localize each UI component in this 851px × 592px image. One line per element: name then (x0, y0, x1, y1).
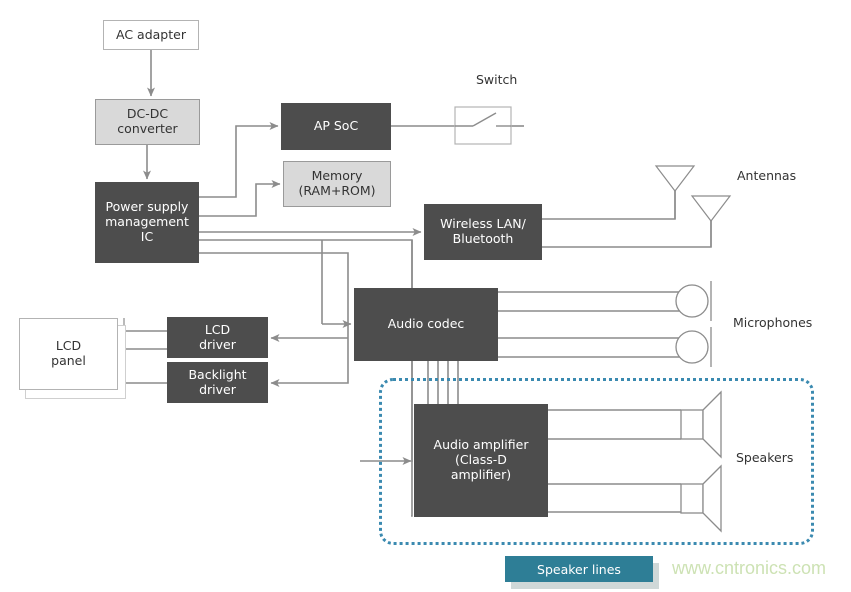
label-microphones: Microphones (733, 315, 813, 330)
block-memory[interactable]: Memory (RAM+ROM) (283, 161, 391, 207)
wire-wlan-to-antenna-1 (542, 166, 676, 220)
block-ap-soc[interactable]: AP SoC (281, 103, 391, 150)
block-dc-dc-converter[interactable]: DC-DC converter (95, 99, 200, 145)
watermark-cntronics: www.cntronics.com (672, 558, 827, 578)
wire-psm-to-apsoc (199, 122, 279, 198)
label-speakers: Speakers (736, 450, 794, 465)
block-wireless-lan-bluetooth[interactable]: Wireless LAN/ Bluetooth (424, 204, 542, 260)
block-backlight-driver[interactable]: Backlight driver (167, 362, 268, 403)
microphone-icon-1 (675, 281, 712, 321)
wire-wlan-to-antenna-2 (542, 196, 712, 248)
wire-psm-to-memory (199, 180, 281, 217)
block-audio-amplifier[interactable]: Audio amplifier (Class-D amplifier) (414, 404, 548, 517)
block-power-supply-management-ic[interactable]: Power supply management IC (95, 182, 199, 263)
legend-speaker-lines-badge: Speaker lines (505, 556, 653, 582)
block-lcd-driver[interactable]: LCD driver (167, 317, 268, 358)
microphone-icon-2 (675, 327, 712, 367)
label-switch: Switch (476, 72, 518, 87)
label-antennas: Antennas (737, 168, 797, 183)
block-ac-adapter[interactable]: AC adapter (103, 20, 199, 50)
antenna-icon-2 (690, 195, 732, 247)
block-diagram-canvas: AC adapter DC-DC converter Power supply … (0, 0, 851, 592)
switch-symbol (454, 106, 512, 145)
block-lcd-panel[interactable]: LCD panel (19, 318, 118, 390)
block-audio-codec[interactable]: Audio codec (354, 288, 498, 361)
antenna-icon-1 (654, 165, 696, 219)
